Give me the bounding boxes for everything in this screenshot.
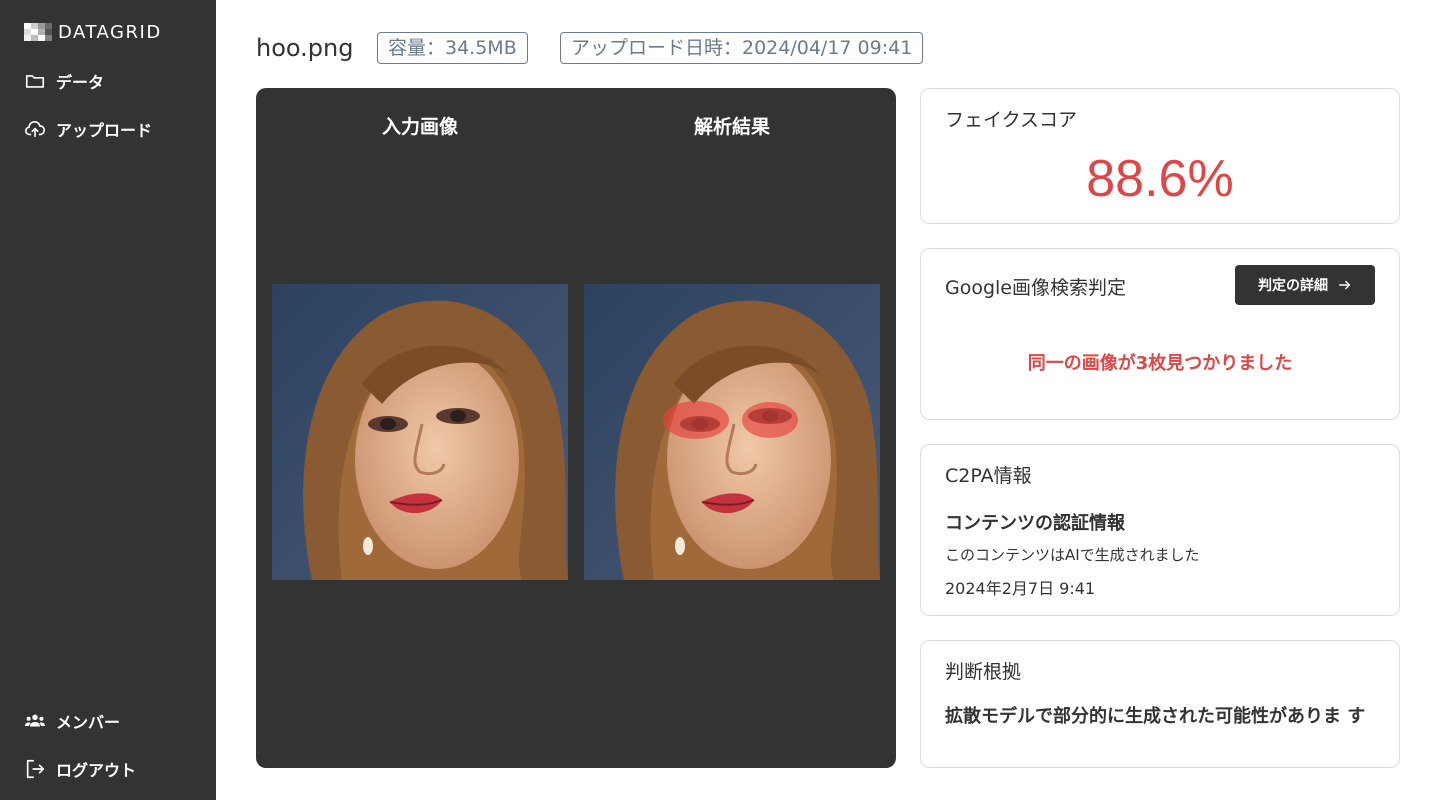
reason-card: 判断根拠 拡散モデルで部分的に生成された可能性がありま す [920,640,1400,768]
result-image-title: 解析結果 [693,116,770,138]
reason-title: 判断根拠 [945,661,1022,683]
fake-score-value: 88.6% [1086,150,1234,208]
input-image-title: 入力画像 [381,116,458,138]
file-size-badge: 容量：34.5MB [377,32,528,64]
sidebar-item-label: メンバー [56,713,121,732]
sidebar-item-label: ログアウト [56,761,137,780]
page-title: hoo.png [256,34,354,62]
app-logo[interactable]: DATAGRID [24,20,162,44]
analysis-result-image [584,284,880,580]
sidebar-item-label: データ [56,73,105,92]
google-search-result: 同一の画像が3枚見つかりました [1027,353,1293,374]
folder-icon [25,75,45,88]
members-icon [24,714,46,727]
arrow-right-icon [1339,280,1351,290]
sidebar-item-label: アップロード [56,121,153,140]
logout-icon [26,759,45,779]
sidebar: DATAGRID データ アップロード メンバー ログアウト [0,0,216,800]
c2pa-description: このコンテンツはAIで生成されました [945,546,1200,564]
sidebar-item-upload[interactable]: アップロード [24,117,152,141]
input-image [272,284,568,580]
google-search-title: Google画像検索判定 [945,277,1127,299]
c2pa-subtitle: コンテンツの認証情報 [945,513,1125,534]
logo-mark-icon [24,23,52,41]
highlight-region-left-eye [663,401,729,439]
sidebar-item-data[interactable]: データ [24,69,104,93]
judgment-detail-label: 判定の詳細 [1258,278,1328,294]
sidebar-item-logout[interactable]: ログアウト [24,757,136,781]
logo-text: DATAGRID [58,21,162,43]
upload-date-badge: アップロード日時：2024/04/17 09:41 [560,32,924,64]
sidebar-item-members[interactable]: メンバー [24,709,120,733]
reason-text: 拡散モデルで部分的に生成された可能性がありま す [945,706,1366,727]
fake-score-title: フェイクスコア [945,109,1078,131]
c2pa-title: C2PA情報 [945,465,1032,487]
judgment-detail-button[interactable]: 判定の詳細 [1235,265,1375,305]
fake-score-card: フェイクスコア 88.6% [920,88,1400,224]
highlight-region-right-eye [742,402,798,438]
google-search-card: Google画像検索判定 判定の詳細 同一の画像が3枚見つかりました [920,248,1400,420]
cloud-upload-icon [25,120,46,138]
c2pa-card: C2PA情報 コンテンツの認証情報 このコンテンツはAIで生成されました 202… [920,444,1400,616]
c2pa-date: 2024年2月7日 9:41 [945,579,1096,598]
